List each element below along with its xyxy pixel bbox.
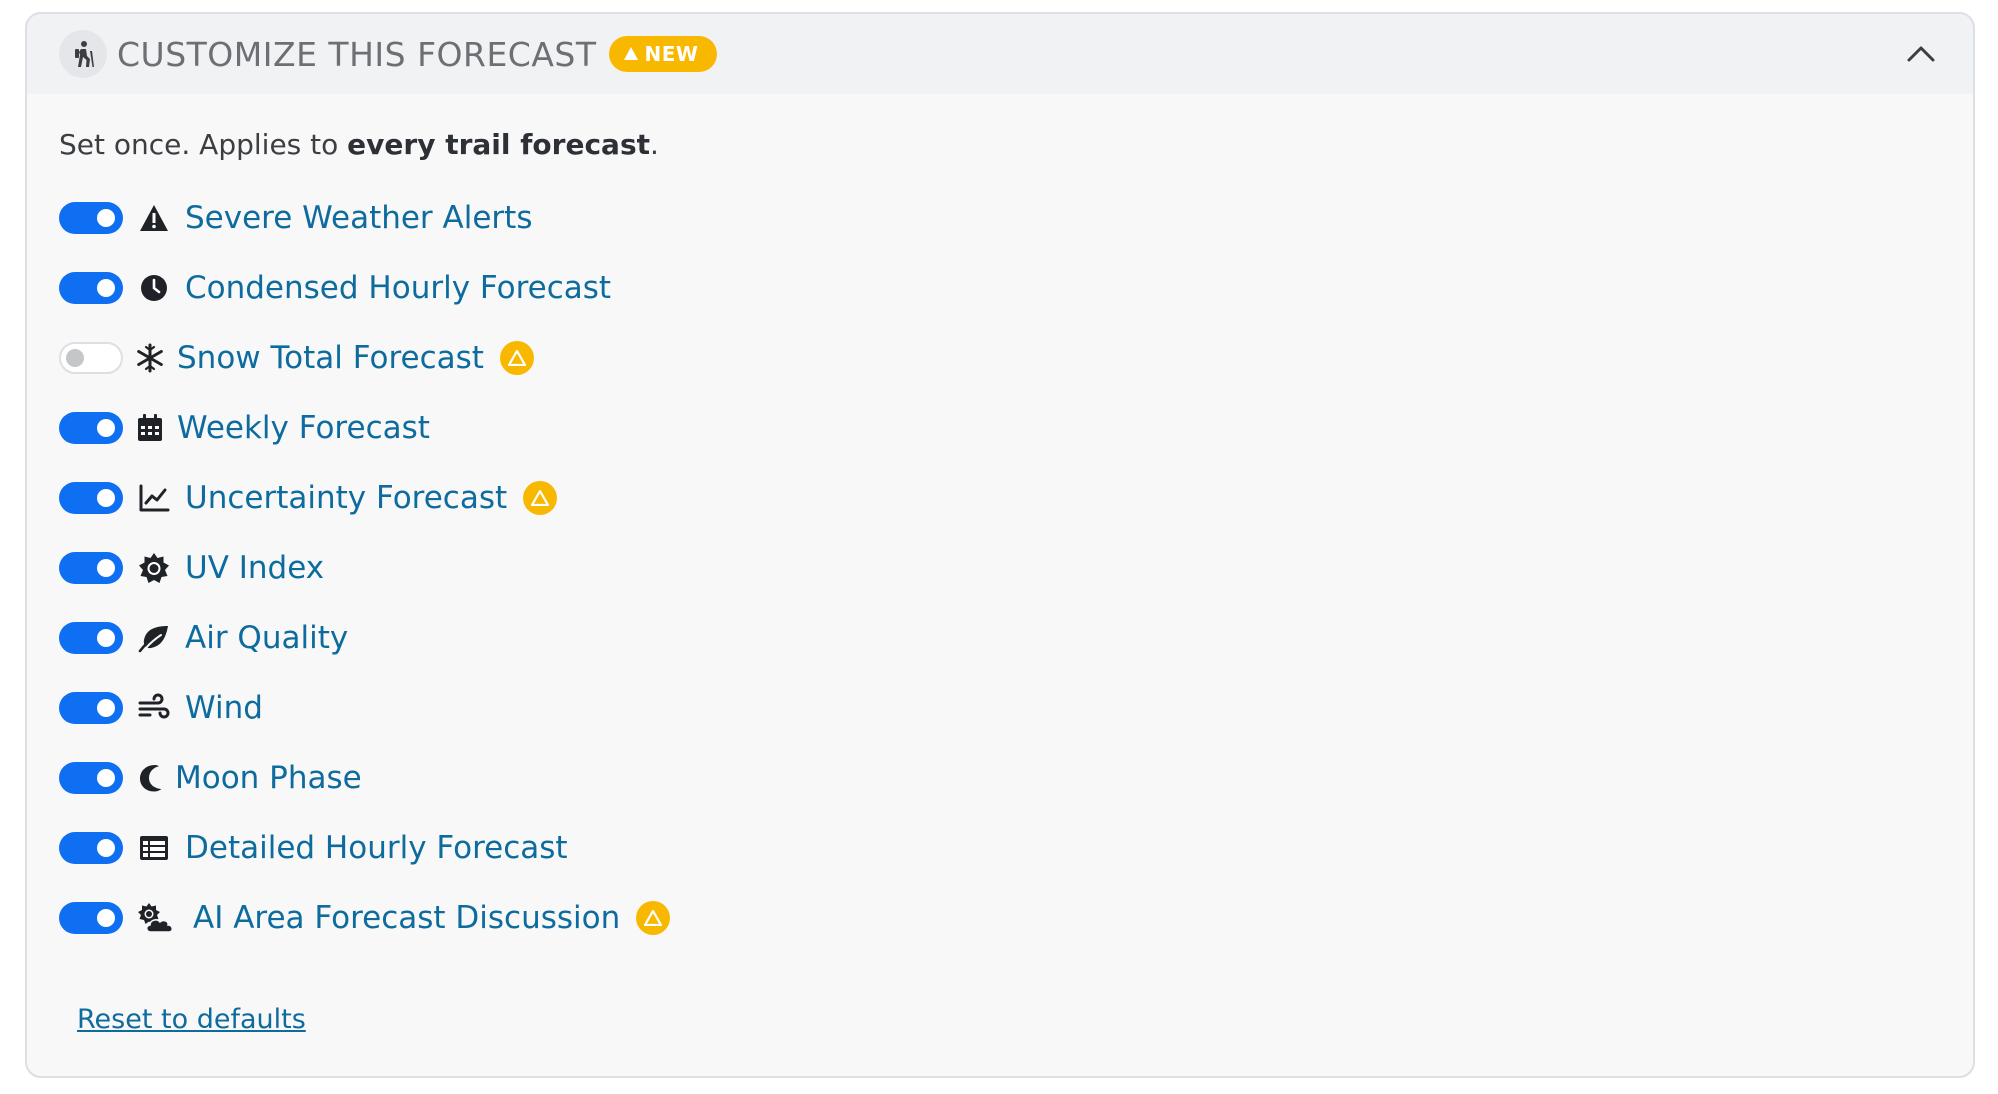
calendar-icon [133,411,167,445]
toggle-snow-total-forecast[interactable] [59,342,123,374]
toggle-uncertainty-forecast[interactable] [59,482,123,514]
reset-defaults-link[interactable]: Reset to defaults [77,1004,306,1035]
toggle-uv-index[interactable] [59,552,123,584]
clock-icon [137,271,171,305]
option-label[interactable]: Weekly Forecast [177,410,430,446]
option-label[interactable]: Snow Total Forecast [177,340,484,376]
option-detailed-hourly-forecast: Detailed Hourly Forecast [59,813,1941,883]
toggle-weekly-forecast[interactable] [59,412,123,444]
option-uncertainty-forecast: Uncertainty Forecast [59,463,1941,533]
option-label[interactable]: AI Area Forecast Discussion [193,900,620,936]
panel-title: CUSTOMIZE THIS FORECAST [117,34,597,74]
intro-suffix: . [650,128,659,161]
toggle-moon-phase[interactable] [59,762,123,794]
option-wind: Wind [59,673,1941,743]
customize-forecast-panel: CUSTOMIZE THIS FORECAST NEW Set once. Ap… [25,12,1975,1078]
toggle-condensed-hourly-forecast[interactable] [59,272,123,304]
option-snow-total-forecast: Snow Total Forecast [59,323,1941,393]
table-icon [137,831,171,865]
new-badge-label: NEW [644,42,699,66]
option-label[interactable]: Moon Phase [175,760,362,796]
leaf-icon [137,621,171,655]
option-label[interactable]: Wind [185,690,263,726]
toggle-severe-weather-alerts[interactable] [59,202,123,234]
option-moon-phase: Moon Phase [59,743,1941,813]
option-label[interactable]: Detailed Hourly Forecast [185,830,568,866]
panel-header[interactable]: CUSTOMIZE THIS FORECAST NEW [27,14,1973,94]
option-label[interactable]: UV Index [185,550,324,586]
line-chart-icon [137,481,171,515]
option-label[interactable]: Uncertainty Forecast [185,480,507,516]
hiker-icon [59,30,107,78]
new-feature-badge [636,901,671,935]
option-condensed-hourly-forecast: Condensed Hourly Forecast [59,253,1941,323]
toggle-ai-area-forecast-discussion[interactable] [59,902,123,934]
option-label[interactable]: Condensed Hourly Forecast [185,270,611,306]
chevron-up-icon[interactable] [1903,36,1939,72]
option-severe-weather-alerts: Severe Weather Alerts [59,183,1941,253]
warning-triangle-icon [623,47,638,60]
option-uv-index: UV Index [59,533,1941,603]
new-badge: NEW [608,36,717,72]
new-feature-badge [523,481,558,515]
option-label[interactable]: Severe Weather Alerts [185,200,532,236]
option-label[interactable]: Air Quality [185,620,348,656]
warning-triangle-icon [644,910,663,926]
snowflake-icon [133,341,167,375]
panel-body: Set once. Applies to every trail forecas… [27,128,1973,953]
wind-icon [137,691,171,725]
intro-prefix: Set once. Applies to [59,128,348,161]
option-air-quality: Air Quality [59,603,1941,673]
toggle-detailed-hourly-forecast[interactable] [59,832,123,864]
intro-bold: every trail forecast [347,128,651,161]
warning-triangle-icon [507,350,526,366]
moon-icon [137,761,163,795]
warning-triangle-icon [531,490,550,506]
intro-text: Set once. Applies to every trail forecas… [59,128,1941,161]
new-feature-badge [499,341,534,375]
option-weekly-forecast: Weekly Forecast [59,393,1941,463]
cloud-sun-icon [137,901,177,935]
sun-icon [137,551,171,585]
option-ai-area-forecast-discussion: AI Area Forecast Discussion [59,883,1941,953]
warning-triangle-icon [137,201,171,235]
toggle-air-quality[interactable] [59,622,123,654]
toggle-wind[interactable] [59,692,123,724]
option-list: Severe Weather Alerts Condensed Hourly F… [59,183,1941,953]
